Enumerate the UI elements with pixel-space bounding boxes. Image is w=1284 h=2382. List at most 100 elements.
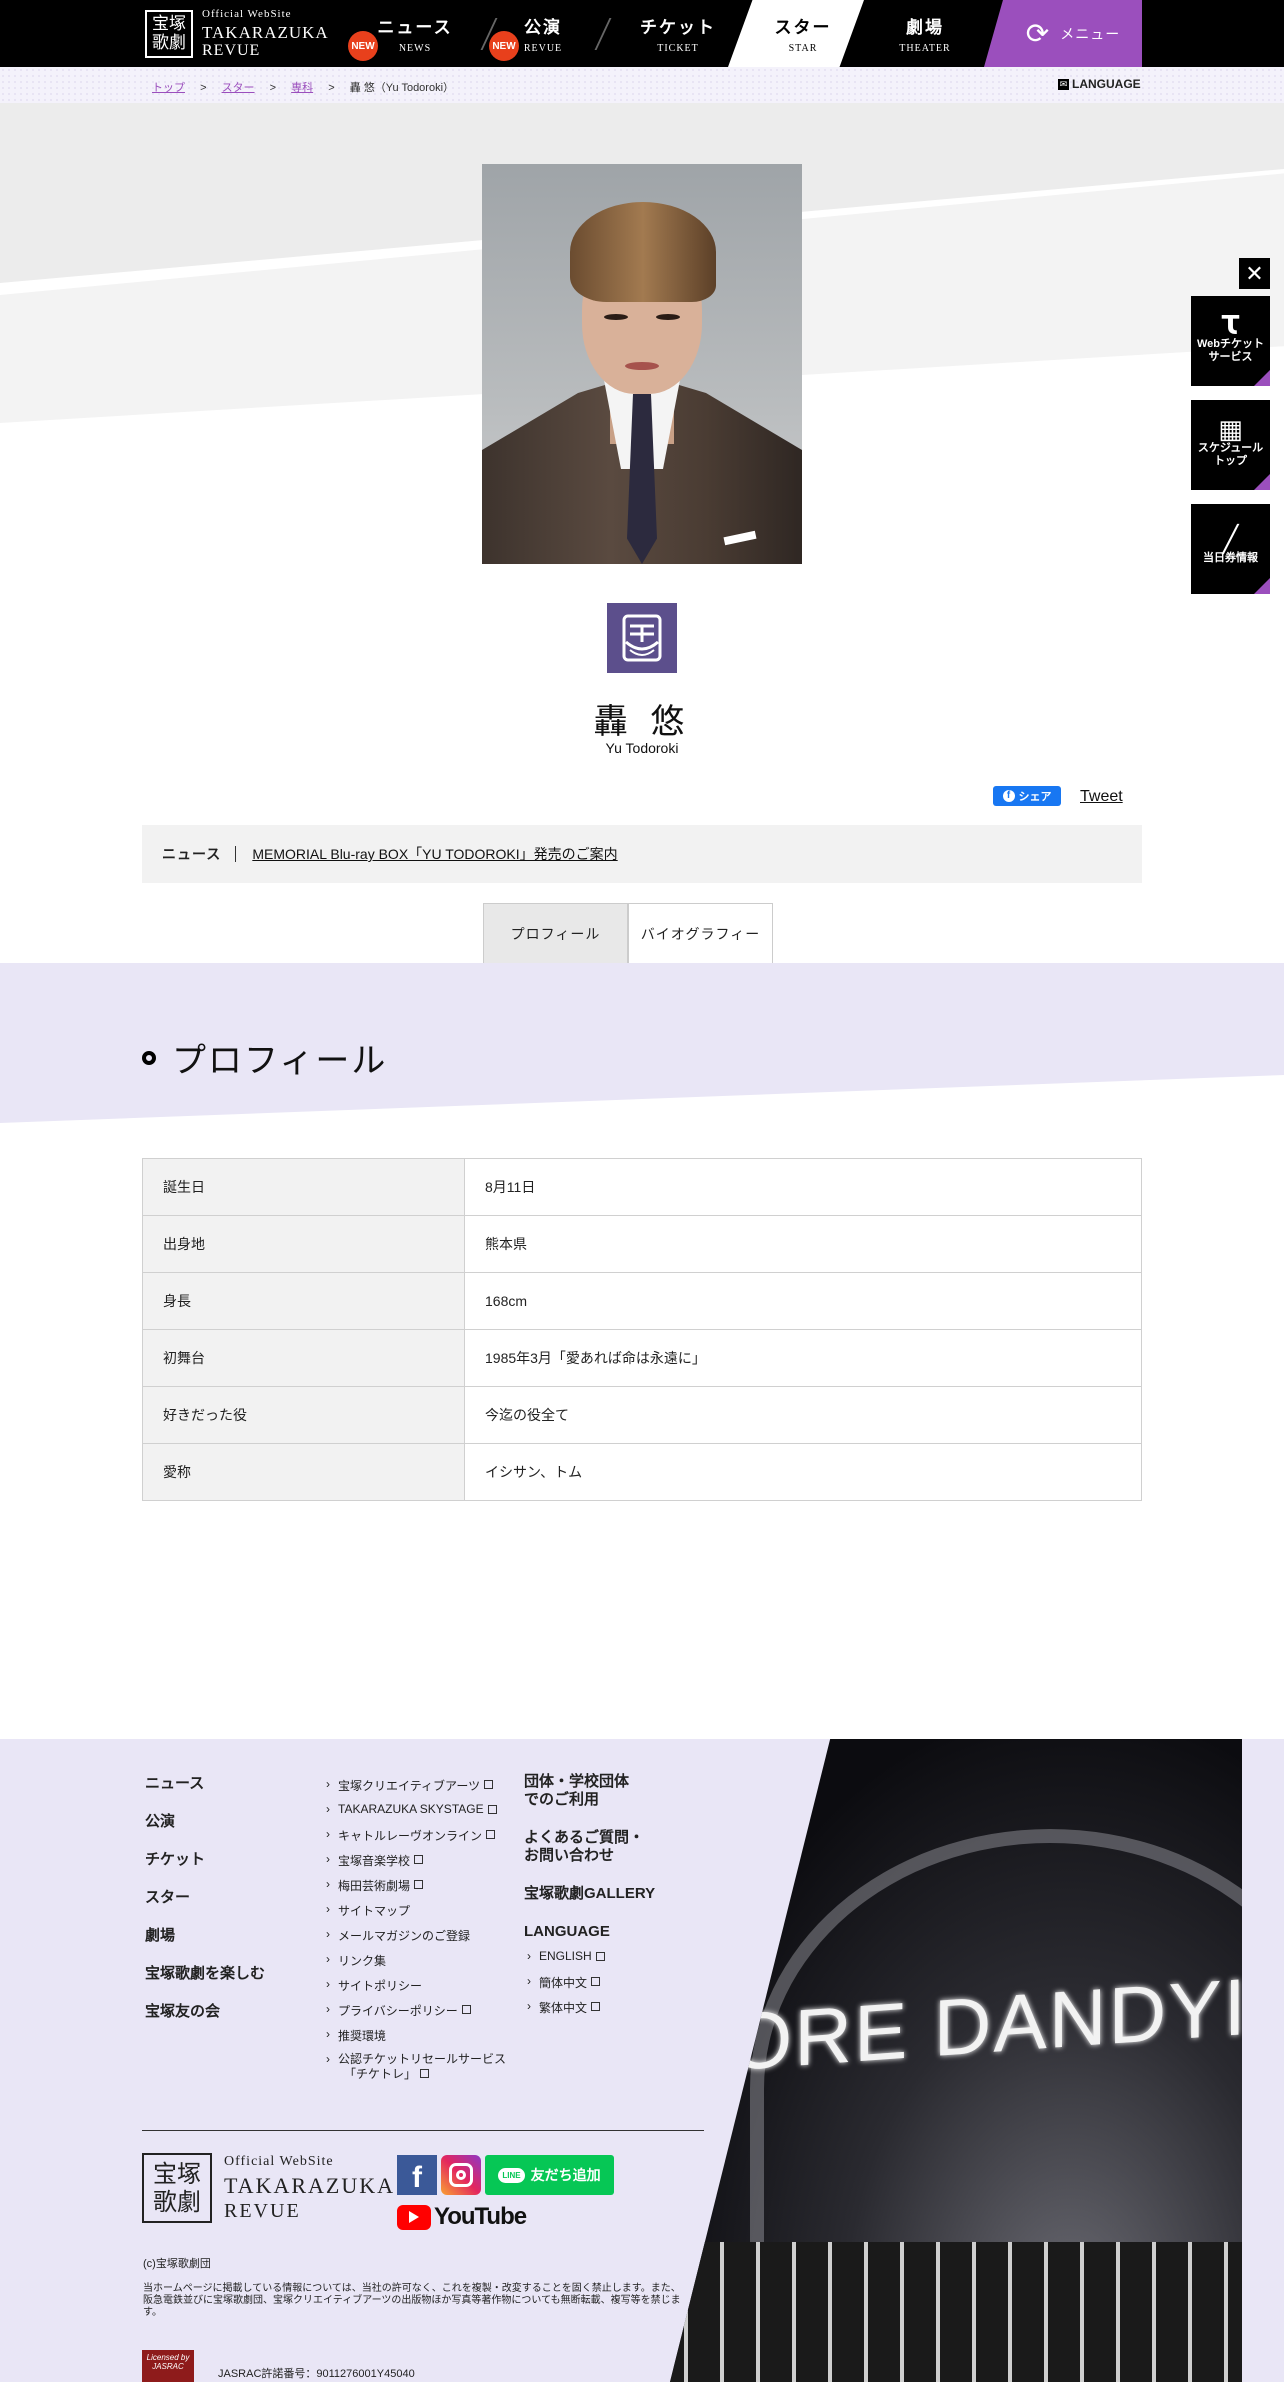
footer-sublink[interactable]: › TAKARAZUKA SKYSTAGE [326,1802,506,1827]
footer-sublink[interactable]: › 推奨環境 [326,2027,506,2052]
breadcrumb-current: 轟 悠（Yu Todoroki） [349,82,455,94]
logo-seal: 宝塚 歌劇 [145,10,193,58]
news-link[interactable]: MEMORIAL Blu-ray BOX「YU TODOROKI」発売のご案内 [252,844,617,864]
footer-link-tomonokai[interactable]: 宝塚友の会 [145,2000,265,2038]
footer-sublink[interactable]: › サイトマップ [326,1902,506,1927]
chevron-right-icon: › [326,2027,330,2041]
star-hero: 轟 悠 Yu Todoroki f シェア Tweet ニュース MEMORIA… [0,103,1284,963]
same-day-ticket-button[interactable]: ╱ 当日券情報 [1191,504,1270,594]
floating-close-button[interactable]: ✕ [1239,258,1270,289]
nav-star[interactable]: スター STAR [738,0,868,67]
chevron-right-icon: › [326,1777,330,1791]
ticket-logo-icon: Ꚍ [1221,309,1240,340]
footer-right-links: 団体・学校団体 でのご利用 よくあるご質問・ お問い合わせ 宝塚歌劇GALLERY … [524,1773,655,2024]
facebook-icon[interactable]: f [397,2155,437,2195]
external-link-icon [414,1855,424,1864]
footer-sublink[interactable]: › 宝塚クリエイティブアーツ [326,1777,506,1802]
facebook-icon: f [1002,790,1015,802]
footer-link-star[interactable]: スター [145,1886,265,1924]
chevron-right-icon: › [326,2052,330,2066]
tweet-link[interactable]: Tweet [1080,788,1123,806]
footer-link-gallery[interactable]: 宝塚歌劇GALLERY [524,1885,655,1903]
slash-icon: ╱ [1222,524,1239,554]
instagram-icon[interactable] [441,2155,481,2195]
chevron-right-icon: › [527,1999,531,2013]
nav-ticket[interactable]: チケット TICKET [613,0,743,67]
footer-sublink[interactable]: › キャトルレーヴオンライン [326,1827,506,1852]
footer-link-theater[interactable]: 劇場 [145,1924,265,1962]
footer-sublink[interactable]: › リンク集 [326,1952,506,1977]
breadcrumb-star[interactable]: スター [222,82,255,94]
footer-stage-photo: ORE DANDYIS [670,1739,1242,2382]
footer-sublink[interactable]: › プライバシーポリシー [326,2002,506,2027]
mail-icon: ✉ [1058,78,1069,90]
language-link-english[interactable]: › ENGLISH [527,1949,655,1974]
chevron-right-icon: › [326,1977,330,1991]
chevron-right-icon: › [527,1974,531,1988]
menu-button[interactable]: ⟳ メニュー [984,0,1142,67]
footer-sub-links: › 宝塚クリエイティブアーツ › TAKARAZUKA SKYSTAGE › キャトル… [326,1777,506,2086]
table-row: 身長 168cm [142,1272,1142,1330]
footer-sublink[interactable]: › サイトポリシー [326,1977,506,2002]
youtube-play-icon [397,2204,431,2230]
footer-link-enjoy[interactable]: 宝塚歌劇を楽しむ [145,1962,265,2000]
youtube-link[interactable]: YouTube [397,2203,527,2231]
language-link-simplified-chinese[interactable]: › 簡体中文 [527,1974,655,1999]
tab-biography[interactable]: バイオグラフィー [628,903,773,963]
language-link-traditional-chinese[interactable]: › 繁体中文 [527,1999,655,2024]
table-row: 好きだった役 今迄の役全て [142,1386,1142,1444]
external-link-icon [420,2069,430,2078]
chevron-right-icon: › [326,1852,330,1866]
external-link-icon [486,1830,496,1839]
section-title: プロフィール [172,1041,388,1081]
chevron-right-icon: › [326,2002,330,2016]
copyright-notice: 当ホームページに掲載している情報については、当社の許可なく、これを複製・改変する… [143,2283,681,2318]
nav-theater[interactable]: 劇場 THEATER [860,0,990,67]
senka-troupe-icon [607,603,677,673]
external-link-icon [487,1805,497,1814]
new-badge-news: NEW [348,31,378,61]
site-header: 宝塚 歌劇 Official WebSite TAKARAZUKA REVUE … [0,0,1284,67]
calendar-icon: ▦ [1218,413,1243,444]
social-links: f LINE 友だち追加 [397,2155,614,2195]
web-ticket-service-button[interactable]: Ꚍ Webチケット サービス [1191,296,1270,386]
copyright: (c)宝塚歌劇団 [143,2258,211,2270]
footer-link-news[interactable]: ニュース [145,1772,265,1810]
footer-sublink[interactable]: › 梅田芸術劇場 [326,1877,506,1902]
footer-sublink[interactable]: › 宝塚音楽学校 [326,1852,506,1877]
logo-text: Official WebSite TAKARAZUKA REVUE [202,8,329,59]
external-link-icon [591,2002,601,2011]
profile-table: 誕生日 8月11日 出身地 熊本県 身長 168cm 初舞台 1985年3月「愛あれば命… [142,1158,1142,1501]
breadcrumb: トップ > スター > 専科 > 轟 悠（Yu Todoroki） [152,82,455,94]
troupe-emblem-icon [622,614,662,662]
footer-main-links: ニュース 公演 チケット スター 劇場 宝塚歌劇を楽しむ 宝塚友の会 [145,1772,265,2038]
chevron-right-icon: › [326,1877,330,1891]
tab-profile[interactable]: プロフィール [483,903,628,963]
breadcrumb-top[interactable]: トップ [152,82,185,94]
schedule-top-button[interactable]: ▦ スケジュール トップ [1191,400,1270,490]
line-add-friend-button[interactable]: LINE 友だち追加 [485,2155,614,2195]
footer-logo[interactable]: 宝塚 歌劇 Official WebSite TAKARAZUKA REVUE [142,2153,395,2223]
star-name-english: Yu Todoroki [605,740,679,756]
news-label: ニュース [162,846,237,862]
facebook-share-button[interactable]: f シェア [993,786,1061,806]
chevron-right-icon: › [326,1827,330,1841]
footer-link-group[interactable]: 団体・学校団体 でのご利用 [524,1773,655,1809]
language-button[interactable]: ✉ LANGUAGE [1058,77,1141,91]
star-name: 轟 悠 [593,702,691,742]
breadcrumb-bar: トップ > スター > 専科 > 轟 悠（Yu Todoroki） ✉ LANG… [0,67,1284,103]
footer-link-ticket[interactable]: チケット [145,1848,265,1886]
site-logo[interactable]: 宝塚 歌劇 Official WebSite TAKARAZUKA REVUE [145,8,335,60]
breadcrumb-senka[interactable]: 専科 [291,82,313,94]
line-icon: LINE [498,2167,525,2183]
footer-link-revue[interactable]: 公演 [145,1810,265,1848]
profile-heading: プロフィール [142,1033,387,1082]
footer-sublink-resale[interactable]: › 公認チケットリセールサービス 「チケトレ」 [326,2052,506,2086]
profile-tabs: プロフィール バイオグラフィー [483,903,773,963]
footer-language-heading: LANGUAGE [524,1923,610,1940]
table-row: 初舞台 1985年3月「愛あれば命は永遠に」 [142,1329,1142,1387]
external-link-icon [591,1977,601,1986]
refresh-icon: ⟳ [1025,18,1051,49]
footer-sublink[interactable]: › メールマガジンのご登録 [326,1927,506,1952]
footer-link-faq[interactable]: よくあるご質問・ お問い合わせ [524,1829,655,1865]
